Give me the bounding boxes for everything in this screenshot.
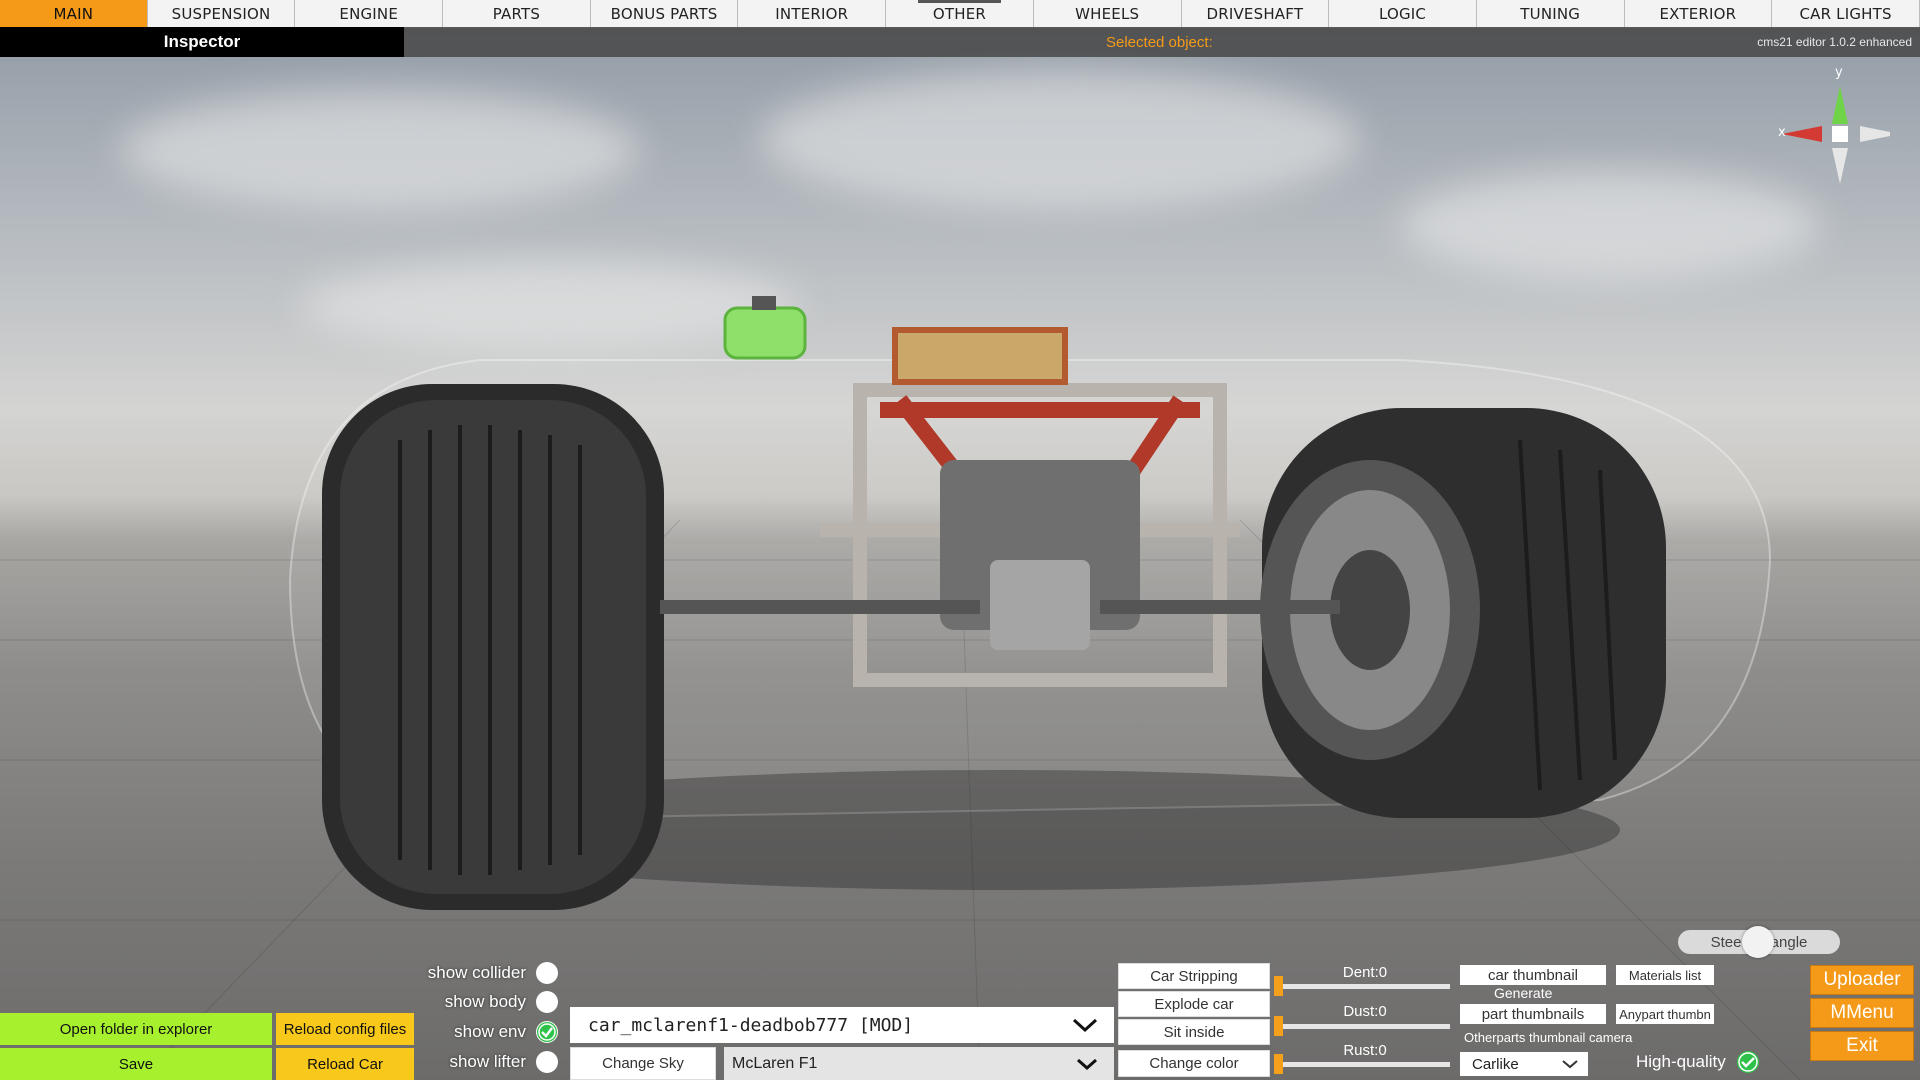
- status-bar: Selected object: cms21 editor 1.0.2 enha…: [404, 27, 1920, 57]
- orientation-gizmo[interactable]: y x: [1760, 62, 1900, 192]
- exit-button[interactable]: Exit: [1810, 1031, 1914, 1061]
- tab-logic[interactable]: LOGIC: [1329, 0, 1477, 27]
- car-select-dropdown[interactable]: car_mclarenf1-deadbob777 [MOD]: [570, 1007, 1114, 1043]
- toggle-label: show body: [444, 992, 526, 1011]
- sky-select-value: McLaren F1: [732, 1054, 818, 1072]
- car-thumbnail-button[interactable]: car thumbnail: [1460, 965, 1606, 985]
- tab-exterior[interactable]: EXTERIOR: [1625, 0, 1773, 27]
- save-button[interactable]: Save: [0, 1048, 272, 1080]
- inspector-title: Inspector: [163, 32, 241, 51]
- tab-main[interactable]: MAIN: [0, 0, 148, 27]
- toggle-label: show lifter: [449, 1052, 526, 1071]
- high-quality-toggle[interactable]: High-quality: [1636, 1050, 1760, 1074]
- steering-angle-slider[interactable]: Steering angle: [1678, 926, 1840, 958]
- car-select-value: car_mclarenf1-deadbob777 [MOD]: [588, 1014, 914, 1036]
- rust-handle[interactable]: [1274, 1054, 1283, 1074]
- change-sky-button[interactable]: Change Sky: [570, 1047, 716, 1080]
- checkbox-unchecked-icon[interactable]: [536, 991, 558, 1013]
- tab-parts[interactable]: PARTS: [443, 0, 591, 27]
- dent-handle[interactable]: [1274, 976, 1283, 996]
- tab-driveshaft[interactable]: DRIVESHAFT: [1182, 0, 1330, 27]
- tab-suspension[interactable]: SUSPENSION: [148, 0, 296, 27]
- 3d-viewport[interactable]: [0, 0, 1920, 1080]
- selected-object-label: Selected object:: [1106, 33, 1213, 51]
- tab-car-lights[interactable]: CAR LIGHTS: [1772, 0, 1920, 27]
- camera-select-value: Carlike: [1472, 1055, 1519, 1073]
- otherparts-camera-label: Otherparts thumbnail camera: [1464, 1030, 1633, 1045]
- camera-select-dropdown[interactable]: Carlike: [1460, 1052, 1588, 1076]
- explode-car-button[interactable]: Explode car: [1118, 991, 1270, 1017]
- sit-inside-button[interactable]: Sit inside: [1118, 1019, 1270, 1045]
- dust-label: Dust:0: [1343, 1003, 1387, 1020]
- anypart-thumbnail-button[interactable]: Anypart thumbn: [1616, 1004, 1714, 1024]
- checkbox-checked-icon[interactable]: [536, 1021, 558, 1043]
- part-thumbnails-button[interactable]: part thumbnails: [1460, 1004, 1606, 1024]
- dent-track[interactable]: [1276, 984, 1450, 989]
- gizmo-y-label: y: [1835, 65, 1843, 80]
- toggle-show-body[interactable]: show body: [416, 991, 558, 1013]
- chevron-down-icon: [1072, 1018, 1098, 1033]
- checkbox-checked-icon[interactable]: [1736, 1050, 1760, 1074]
- version-label: cms21 editor 1.0.2 enhanced: [1757, 35, 1912, 49]
- axis-gizmo-icon: y x: [1778, 65, 1900, 184]
- chevron-down-icon: [1562, 1060, 1578, 1069]
- inspector-panel-header: Inspector: [0, 27, 404, 57]
- tab-interior[interactable]: INTERIOR: [738, 0, 887, 27]
- change-color-button[interactable]: Change color: [1118, 1050, 1270, 1077]
- gizmo-x-label: x: [1778, 125, 1786, 140]
- high-quality-label: High-quality: [1636, 1052, 1726, 1071]
- rust-track[interactable]: [1276, 1062, 1450, 1067]
- toggle-show-env[interactable]: show env: [416, 1021, 558, 1043]
- tab-wheels[interactable]: WHEELS: [1034, 0, 1182, 27]
- category-tab-bar: MAIN SUSPENSION ENGINE PARTS BONUS PARTS INTE…: [0, 0, 1920, 28]
- materials-list-button[interactable]: Materials list: [1616, 965, 1714, 985]
- rust-label: Rust:0: [1343, 1042, 1387, 1059]
- dust-track[interactable]: [1276, 1024, 1450, 1029]
- checkbox-unchecked-icon[interactable]: [536, 1051, 558, 1073]
- tab-bonus-parts[interactable]: BONUS PARTS: [591, 0, 739, 27]
- checkbox-unchecked-icon[interactable]: [536, 962, 558, 984]
- tab-other[interactable]: OTHER: [886, 0, 1034, 27]
- car-chassis-render: [0, 296, 1920, 1080]
- chevron-down-icon: [1077, 1058, 1097, 1070]
- steering-knob[interactable]: [1742, 926, 1774, 958]
- dent-label: Dent:0: [1342, 964, 1388, 981]
- uploader-button[interactable]: Uploader: [1810, 965, 1914, 995]
- generate-label: Generate: [1494, 985, 1553, 1001]
- dust-handle[interactable]: [1274, 1016, 1283, 1036]
- toggle-show-collider[interactable]: show collider: [416, 962, 558, 984]
- open-folder-button[interactable]: Open folder in explorer: [0, 1013, 272, 1045]
- toggle-label: show collider: [427, 963, 526, 982]
- toggle-show-lifter[interactable]: show lifter: [416, 1051, 558, 1073]
- tab-engine[interactable]: ENGINE: [295, 0, 444, 27]
- toggle-label: show env: [454, 1022, 526, 1041]
- sky-select-dropdown[interactable]: McLaren F1: [724, 1047, 1114, 1080]
- car-stripping-button[interactable]: Car Stripping: [1118, 963, 1270, 989]
- mmenu-button[interactable]: MMenu: [1810, 998, 1914, 1028]
- reload-config-button[interactable]: Reload config files: [276, 1013, 414, 1045]
- tab-tuning[interactable]: TUNING: [1477, 0, 1625, 27]
- reload-car-button[interactable]: Reload Car: [276, 1048, 414, 1080]
